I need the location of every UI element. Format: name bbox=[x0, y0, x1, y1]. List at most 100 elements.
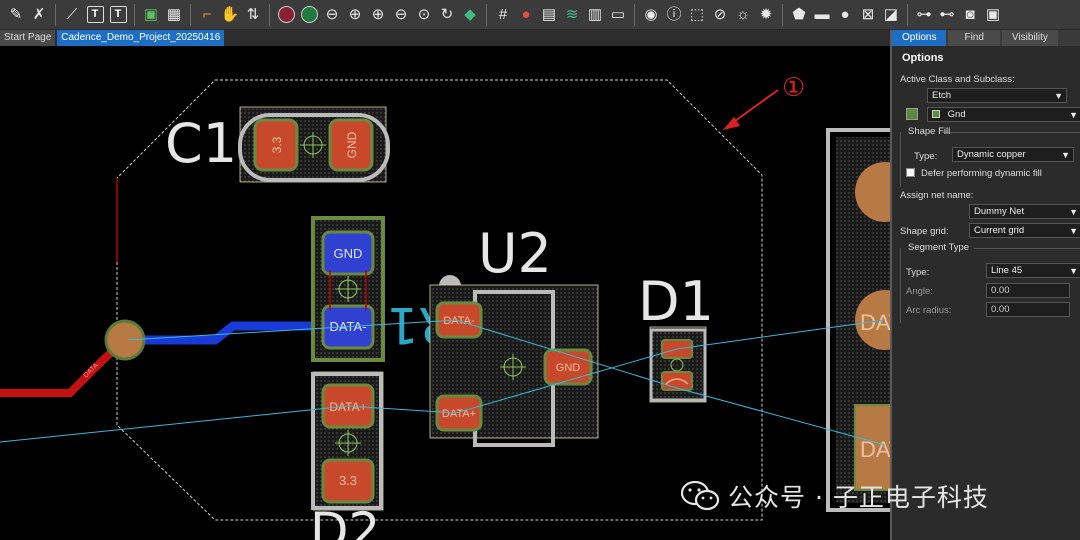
stack-icon[interactable]: ≋ bbox=[562, 5, 582, 25]
c1-pad-left-label: 3.3 bbox=[270, 136, 284, 153]
c1-pad-right-label: GND bbox=[345, 131, 359, 158]
u2-pin3-label: GND bbox=[556, 362, 581, 374]
chevron-down-icon: ▼ bbox=[1069, 110, 1078, 120]
fill-type-value: Dynamic copper bbox=[957, 149, 1026, 160]
net-select[interactable]: Dummy Net ▼ bbox=[969, 204, 1080, 219]
hand-icon[interactable]: ✋ bbox=[220, 5, 240, 25]
assign-net-label: Assign net name: bbox=[900, 190, 974, 201]
toolbar-separator bbox=[190, 3, 191, 26]
grid-2-icon[interactable] bbox=[299, 5, 319, 25]
d1-pad-bottom[interactable] bbox=[661, 371, 693, 391]
seg-type-label: Type: bbox=[906, 267, 930, 278]
tab-options[interactable]: Options bbox=[892, 30, 947, 46]
merge-icon[interactable]: ⊷ bbox=[937, 5, 957, 25]
camera-icon[interactable]: ◙ bbox=[960, 5, 980, 25]
zoom-prev-icon[interactable]: ⊖ bbox=[391, 5, 411, 25]
watermark: 公众号 · 子正电子科技 bbox=[680, 478, 989, 514]
angle-label: Angle: bbox=[906, 286, 933, 297]
chip-icon[interactable]: ▦ bbox=[164, 5, 184, 25]
sheet-icon[interactable]: ▥ bbox=[585, 5, 605, 25]
defer-fill-label: Defer performing dynamic fill bbox=[921, 168, 1042, 179]
options-panel: Options Find Visibility Options Active C… bbox=[890, 30, 1080, 540]
watermark-text: 公众号 · 子正电子科技 bbox=[728, 483, 989, 512]
grid-icon[interactable]: # bbox=[493, 5, 513, 25]
info-icon[interactable]: ⓘ bbox=[664, 5, 684, 25]
toolbar-separator bbox=[134, 3, 135, 26]
shade-icon[interactable]: ⊘ bbox=[710, 5, 730, 25]
toolbar-separator bbox=[782, 3, 783, 26]
segment-type-label: Segment Type bbox=[908, 242, 970, 253]
c1-refdes: C1 bbox=[165, 112, 237, 175]
subclass-color-swatch[interactable] bbox=[906, 108, 918, 120]
subclass-swatch-icon bbox=[932, 110, 940, 119]
rect-icon[interactable]: ▬ bbox=[812, 5, 832, 25]
void-icon[interactable]: ◪ bbox=[881, 5, 901, 25]
segment-type-group-left bbox=[900, 248, 901, 323]
toolbar-separator bbox=[486, 3, 487, 26]
shape-fill-group-line bbox=[942, 132, 1080, 133]
toolbar: ✎ ✗ ⟋ T T ▣ ▦ ⌐ ✋ ⇅ ⊖ ⊕ ⊕ ⊖ ⊙ ↻ ◆ # ● ▤ … bbox=[0, 0, 1080, 30]
zoom-world-icon[interactable]: ⊙ bbox=[414, 5, 434, 25]
arc-radius-label: Arc radius: bbox=[906, 305, 952, 316]
panel-tabs: Options Find Visibility bbox=[892, 30, 1080, 46]
slide-icon[interactable]: ⌐ bbox=[197, 5, 217, 25]
drc-icon[interactable]: ▣ bbox=[983, 5, 1003, 25]
tab-cadence-demo-project[interactable]: Cadence_Demo_Project_20250416 bbox=[57, 30, 225, 46]
sun-icon[interactable]: ☼ bbox=[733, 5, 753, 25]
route-icon[interactable]: ⟋ bbox=[62, 5, 82, 25]
shape-fill-label: Shape Fill bbox=[908, 126, 951, 137]
shape-fill-group-left bbox=[900, 132, 901, 187]
fork-icon[interactable]: ⇅ bbox=[243, 5, 263, 25]
tab-find[interactable]: Find bbox=[948, 30, 1000, 46]
color-icon[interactable]: ● bbox=[516, 5, 536, 25]
tab-start-page[interactable]: Start Page bbox=[0, 30, 56, 46]
grid-1-icon[interactable] bbox=[276, 5, 296, 25]
seg-type-value: Line 45 bbox=[991, 265, 1023, 276]
chevron-down-icon: ▼ bbox=[1069, 207, 1078, 217]
zoom-fit-icon[interactable]: ⊖ bbox=[322, 5, 342, 25]
u2-pin2-label: DATA+ bbox=[442, 408, 476, 420]
zoom-out-icon[interactable]: ⊕ bbox=[368, 5, 388, 25]
angle-input[interactable]: 0.00 bbox=[986, 283, 1070, 298]
net-select-value: Dummy Net bbox=[974, 206, 1025, 217]
toolbar-separator bbox=[907, 3, 908, 26]
u2-refdes: U2 bbox=[478, 222, 552, 285]
doc-icon[interactable]: ▭ bbox=[608, 5, 628, 25]
fill-type-select[interactable]: Dynamic copper ▼ bbox=[952, 147, 1074, 162]
shape-add-icon[interactable]: ⬟ bbox=[789, 5, 809, 25]
unpin-icon[interactable]: ✗ bbox=[29, 5, 49, 25]
eye-icon[interactable]: ◉ bbox=[641, 5, 661, 25]
pcb-canvas[interactable]: DATA 3.3 GND C1 GND R1 DATA+ 3.3 D2 DATA… bbox=[0, 46, 890, 540]
refresh-icon[interactable]: ↻ bbox=[437, 5, 457, 25]
pcb-drawing[interactable]: DATA 3.3 GND C1 GND R1 DATA+ 3.3 D2 DATA… bbox=[0, 46, 890, 540]
text-icon[interactable]: T bbox=[85, 5, 105, 25]
via[interactable] bbox=[104, 319, 146, 361]
sun-small-icon[interactable]: ✹ bbox=[756, 5, 776, 25]
text-edit-icon[interactable]: T bbox=[108, 5, 128, 25]
pin-icon[interactable]: ✎ bbox=[6, 5, 26, 25]
tab-visibility[interactable]: Visibility bbox=[1001, 30, 1058, 46]
circle-icon[interactable]: ● bbox=[835, 5, 855, 25]
select-shape-icon[interactable]: ⊠ bbox=[858, 5, 878, 25]
arc-radius-input[interactable]: 0.00 bbox=[986, 302, 1070, 317]
shape-grid-select[interactable]: Current grid ▼ bbox=[969, 223, 1080, 238]
right-pad-3-label: DAT bbox=[860, 437, 890, 462]
subclass-select[interactable]: Gnd ▼ bbox=[927, 107, 1080, 122]
shape-grid-label: Shape grid: bbox=[900, 226, 949, 237]
defer-fill-checkbox[interactable] bbox=[906, 168, 915, 177]
3d-box-icon[interactable]: ⬚ bbox=[687, 5, 707, 25]
zoom-in-icon[interactable]: ⊕ bbox=[345, 5, 365, 25]
seg-type-select[interactable]: Line 45 ▼ bbox=[986, 263, 1080, 278]
d2-pad-bottom-label: 3.3 bbox=[339, 473, 357, 488]
d1-refdes: D1 bbox=[638, 270, 714, 333]
component-icon[interactable]: ▣ bbox=[141, 5, 161, 25]
tree-icon[interactable]: ⊶ bbox=[914, 5, 934, 25]
class-select-value: Etch bbox=[932, 90, 952, 101]
chevron-down-icon: ▼ bbox=[1061, 150, 1070, 160]
layers-icon[interactable]: ▤ bbox=[539, 5, 559, 25]
panel-title: Options bbox=[902, 52, 944, 64]
document-tabs: Start Page Cadence_Demo_Project_20250416 bbox=[0, 30, 890, 46]
3d-icon[interactable]: ◆ bbox=[460, 5, 480, 25]
class-select[interactable]: Etch ▼ bbox=[927, 88, 1067, 103]
chevron-down-icon: ▼ bbox=[1069, 266, 1078, 276]
